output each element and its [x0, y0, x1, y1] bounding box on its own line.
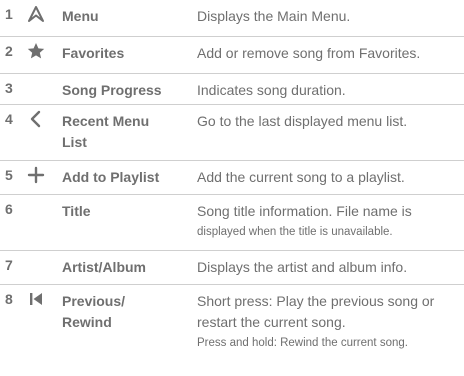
- table-row: 8 Previous/ Rewind Short press: Play the…: [0, 285, 464, 376]
- feature-name: Song Progress: [62, 82, 162, 98]
- feature-description: Displays the Main Menu.: [197, 8, 351, 24]
- row-number: 7: [5, 257, 13, 273]
- feature-description: Add the current song to a playlist.: [197, 169, 405, 185]
- table-row: 4 Recent Menu List Go to the last displa…: [0, 105, 464, 161]
- previous-track-icon: [26, 289, 46, 309]
- description-text: Short press: Play the previous song or r…: [197, 293, 435, 330]
- row-number: 2: [5, 43, 13, 59]
- table-row: 2 Favorites Add or remove song from Favo…: [0, 37, 464, 74]
- feature-name: Title: [62, 203, 91, 219]
- chevron-left-icon: [26, 109, 46, 129]
- feature-name: Recent Menu List: [62, 113, 150, 150]
- feature-description: Go to the last displayed menu list.: [197, 113, 408, 129]
- row-number: 8: [5, 291, 13, 307]
- row-number: 5: [5, 167, 13, 183]
- feature-description: Song title information. File name is dis…: [197, 201, 462, 243]
- feature-description: Indicates song duration.: [197, 82, 346, 98]
- row-number: 1: [5, 6, 13, 22]
- feature-name: Previous/ Rewind: [62, 293, 126, 330]
- feature-description: Short press: Play the previous song or r…: [197, 291, 462, 354]
- feature-description: Displays the artist and album info.: [197, 259, 408, 275]
- feature-description: Add or remove song from Favorites.: [197, 45, 421, 61]
- table-row: 1 Menu Displays the Main Menu.: [0, 0, 464, 37]
- feature-name: Add to Playlist: [62, 169, 160, 185]
- description-note: Press and hold: Rewind the current song.: [197, 337, 408, 349]
- row-number: 6: [5, 201, 13, 217]
- table-row: 3 Song Progress Indicates song duration.: [0, 74, 464, 105]
- description-text: Song title information. File name is: [197, 203, 412, 219]
- navigation-arrow-icon: [26, 4, 46, 24]
- feature-table: 1 Menu Displays the Main Menu. 2 Favorit…: [0, 0, 464, 376]
- feature-name: Artist/Album: [62, 259, 146, 275]
- plus-icon: [26, 165, 46, 185]
- description-note: displayed when the title is unavailable.: [197, 226, 393, 238]
- table-row: 6 Title Song title information. File nam…: [0, 195, 464, 251]
- row-number: 3: [5, 80, 13, 96]
- star-icon: [26, 41, 46, 61]
- feature-name: Menu: [62, 8, 99, 24]
- table-row: 5 Add to Playlist Add the current song t…: [0, 161, 464, 195]
- feature-name: Favorites: [62, 45, 125, 61]
- table-row: 7 Artist/Album Displays the artist and a…: [0, 251, 464, 285]
- row-number: 4: [5, 111, 13, 127]
